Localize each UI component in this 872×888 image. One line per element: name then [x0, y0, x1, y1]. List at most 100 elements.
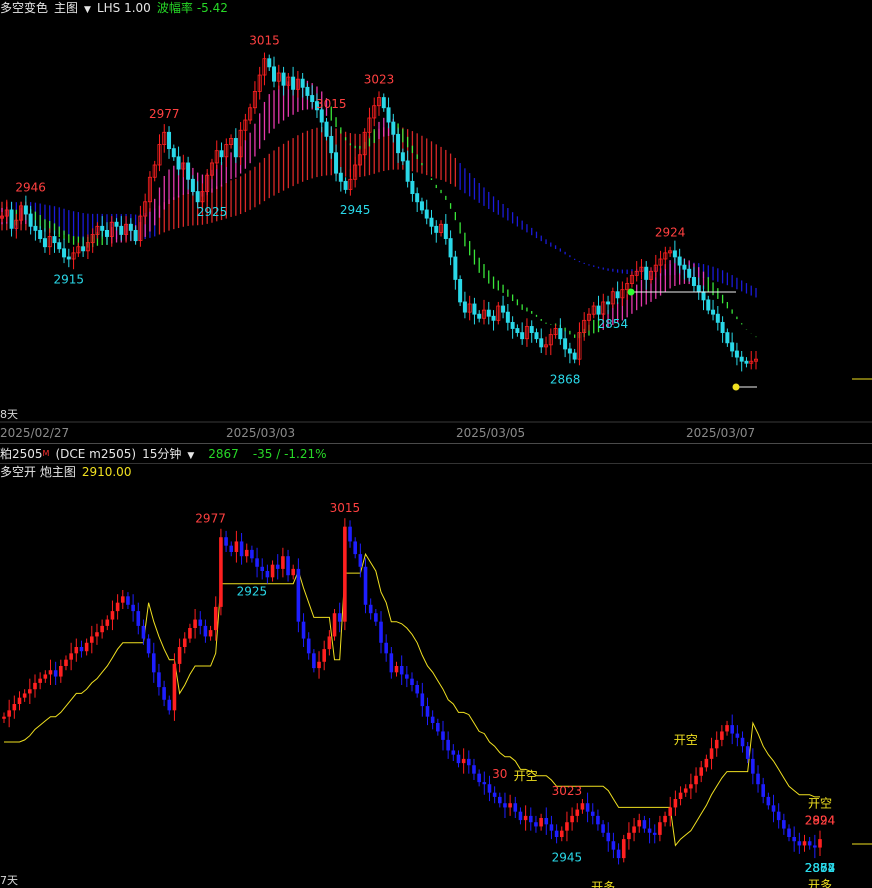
candle-body [104, 229, 109, 237]
candle-body [730, 342, 735, 352]
low-annotation: 2863 [805, 861, 836, 875]
candle-body [270, 564, 275, 578]
candle-body [611, 841, 616, 850]
candle-body [735, 733, 740, 738]
candle-body [128, 223, 133, 231]
candle-body [291, 76, 296, 90]
candle-body [100, 625, 104, 633]
candle-body [424, 209, 429, 219]
candle-body [539, 338, 544, 348]
candle-body [115, 602, 120, 612]
candle-body [348, 526, 352, 542]
candle-body [443, 223, 448, 239]
candle-body [239, 541, 244, 557]
candle-body [300, 78, 305, 88]
low-annotation: 2868 [550, 372, 581, 386]
candle-body [477, 773, 481, 783]
candle-body [327, 636, 332, 650]
candle-body [467, 758, 471, 766]
candle-body [119, 225, 124, 235]
candle-body [396, 133, 401, 154]
candle-body [381, 97, 386, 109]
candle-body [701, 291, 706, 301]
signal-label: 开空 [514, 769, 538, 783]
low-annotation: 2925 [237, 585, 268, 599]
signal-label: 开空 [674, 733, 698, 747]
candle-body [28, 689, 32, 694]
date-tick: 2025/03/05 [456, 426, 526, 440]
signal-dot [627, 288, 635, 296]
candle-body [567, 348, 572, 354]
top-price-chart[interactable]: 2946 2977 3015 3015 3023 2924 2915 2925 2945 2868… [0, 0, 872, 424]
candle-body [7, 710, 11, 717]
candle-body [171, 148, 176, 158]
candle-body [126, 596, 130, 605]
candle-body [23, 205, 28, 215]
candle-body [234, 541, 239, 552]
bottom-quote-header: 粕2505M (DCE m2505) 15分钟 ▼ 2867 -35 / -1.21% [0, 446, 333, 462]
candle-body [146, 638, 151, 654]
candle-body [296, 568, 301, 622]
candle-body [33, 225, 38, 231]
candle-body [425, 706, 430, 717]
candle-body [554, 830, 559, 837]
low-annotation: 2945 [552, 851, 583, 865]
candle-body [658, 822, 662, 835]
candle-body [193, 619, 197, 628]
candle-body [182, 638, 187, 647]
chevron-down-icon[interactable]: ▼ [187, 451, 194, 461]
candle-body [306, 638, 311, 654]
candle-body [74, 647, 79, 654]
candle-body [677, 256, 682, 266]
candle-body [436, 723, 440, 732]
candle-body [343, 526, 347, 622]
candle-body [157, 672, 161, 688]
candle-body [133, 229, 138, 242]
candle-body [84, 642, 89, 652]
price-change: -35 / -1.21% [252, 447, 327, 461]
signal-label: 开多 [808, 878, 832, 888]
high-annotation: 2946 [15, 181, 46, 195]
panel-divider[interactable] [0, 443, 872, 444]
candle-body [720, 321, 725, 333]
candle-body [678, 792, 683, 799]
candle-body [105, 619, 110, 626]
bottom-price-chart[interactable]: 2977301530302328942924292529452882287728… [0, 480, 872, 888]
candle-body [691, 277, 696, 286]
candle-body [53, 670, 58, 677]
candle-body [477, 313, 482, 319]
low-annotation: 2854 [598, 317, 629, 331]
candle-body [17, 697, 22, 704]
candle-body [400, 152, 405, 162]
candle-body [405, 674, 409, 679]
candle-body [441, 731, 445, 740]
candle-body [363, 566, 368, 605]
candle-body [590, 811, 595, 816]
candle-body [549, 824, 554, 831]
period-label[interactable]: 15分钟 [142, 447, 181, 461]
candle-body [176, 156, 181, 170]
candle-body [544, 818, 549, 825]
candle-body [95, 632, 99, 637]
candle-body [38, 678, 42, 683]
signal-dot [732, 383, 740, 391]
candle-body [771, 805, 776, 812]
candle-body [312, 653, 316, 669]
candle-body [172, 663, 177, 711]
candle-body [419, 201, 424, 211]
candle-body [100, 225, 105, 231]
symbol-name[interactable]: 粕2505 [0, 447, 43, 461]
candle-body [492, 792, 497, 797]
candle-body [456, 754, 461, 764]
high-annotation: 3015 [249, 33, 280, 47]
high-annotation: 2924 [655, 226, 686, 240]
candle-body [529, 326, 534, 333]
candle-body [734, 350, 739, 358]
high-annotation: 2924 [805, 813, 836, 827]
bottom-indicator-name[interactable]: 多空开 炮主图 [0, 465, 76, 479]
candle-body [761, 784, 765, 797]
candle-body [497, 796, 502, 804]
high-annotation: 3023 [364, 72, 395, 86]
candle-body [513, 803, 518, 812]
candle-body [334, 152, 339, 174]
